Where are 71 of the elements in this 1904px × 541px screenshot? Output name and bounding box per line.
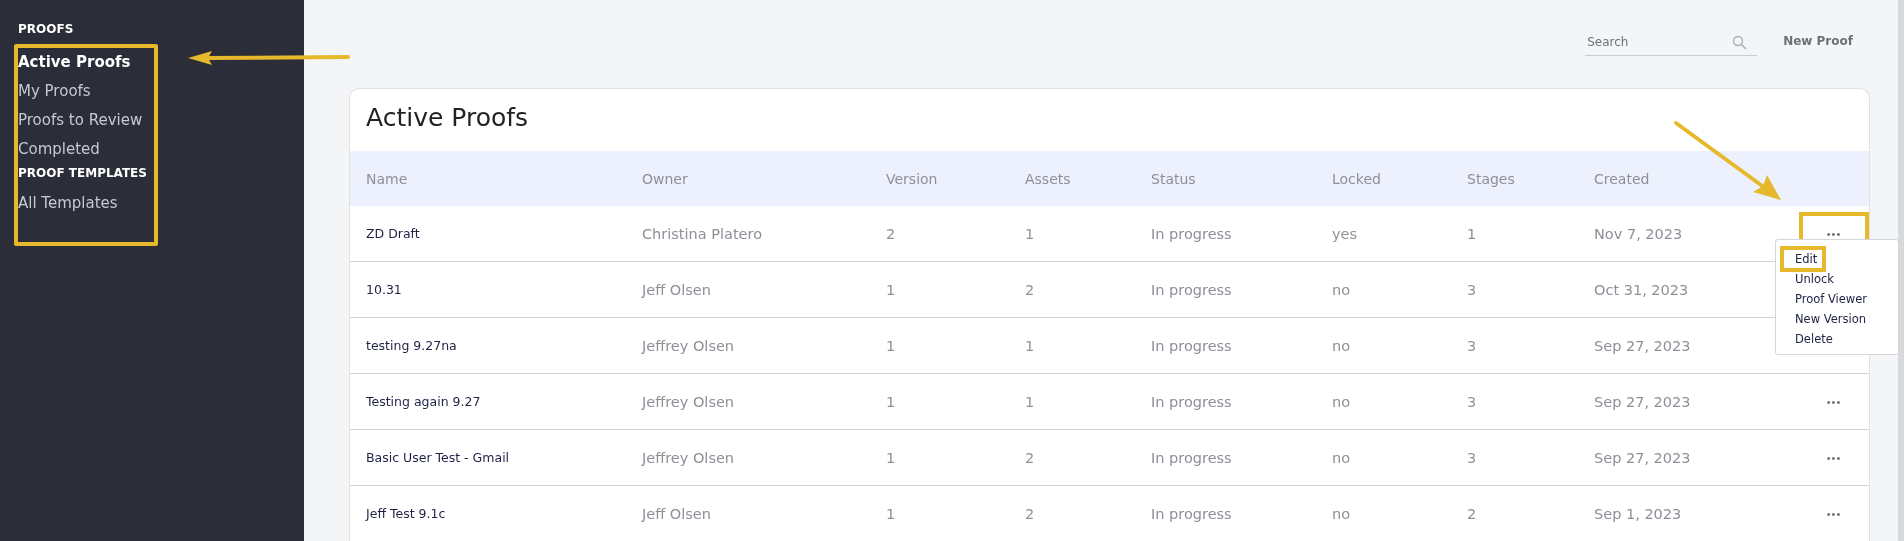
table-cell-text: 1 — [1025, 225, 1036, 242]
column-header: Locked — [1332, 170, 1382, 187]
table-cell-text: 10.31 — [366, 282, 403, 297]
table-cell-text: 1 — [886, 281, 897, 298]
table-cell-text: no — [1332, 505, 1352, 522]
table-cell-text: testing 9.27na — [366, 338, 458, 353]
new-proof-button[interactable]: New Proof — [1783, 28, 1853, 54]
card-title: Active Proofs — [365, 102, 530, 134]
table-cell-text: In progress — [1151, 449, 1233, 466]
table-cell-text: In progress — [1151, 337, 1233, 354]
table-cell-text: 1 — [886, 449, 897, 466]
table-cell-text: Testing again 9.27 — [366, 394, 482, 409]
column-header: Owner — [642, 170, 689, 187]
table-cell-text: Sep 1, 2023 — [1594, 505, 1683, 522]
table-cell-text: no — [1332, 337, 1352, 354]
table-cell-text: yes — [1332, 225, 1359, 242]
search-icon — [1732, 35, 1748, 50]
table-cell-text: 3 — [1467, 449, 1478, 466]
table-cell-text: no — [1332, 449, 1352, 466]
column-header: Status — [1151, 170, 1197, 187]
table-cell-text: Jeffrey Olsen — [642, 393, 736, 410]
table-cell-text: 3 — [1467, 393, 1478, 410]
column-header: Stages — [1467, 170, 1516, 187]
table-cell-text: Nov 7, 2023 — [1594, 225, 1684, 242]
sidebar-item[interactable]: All Templates — [18, 182, 154, 218]
table-cell-text: Jeff Olsen — [642, 505, 712, 522]
table-cell-text: 2 — [1467, 505, 1478, 522]
table-cell-text: Jeff Test 9.1c — [366, 506, 447, 521]
table-cell-text: Sep 27, 2023 — [1594, 449, 1692, 466]
table-cell-text: 1 — [886, 393, 897, 410]
table-cell-text: Jeffrey Olsen — [642, 449, 736, 466]
table-cell-text: Sep 27, 2023 — [1594, 337, 1692, 354]
sidebar-item[interactable]: Active Proofs — [18, 48, 154, 77]
column-header: Created — [1594, 170, 1651, 187]
table-cell-text: Christina Platero — [642, 225, 764, 242]
table-cell-text: 1 — [886, 505, 897, 522]
table-cell-text: In progress — [1151, 281, 1233, 298]
table-cell-text: Jeff Olsen — [642, 281, 712, 298]
table-cell-text: In progress — [1151, 393, 1233, 410]
sidebar-item[interactable]: Completed — [18, 135, 154, 164]
table-cell-text: 2 — [1025, 281, 1036, 298]
table-cell-text: Oct 31, 2023 — [1594, 281, 1690, 298]
table-cell-text: Basic User Test - Gmail — [366, 450, 511, 465]
menu-item[interactable]: Edit — [1780, 246, 1827, 272]
sidebar-item[interactable]: My Proofs — [18, 77, 154, 106]
table-cell-text: Jeffrey Olsen — [642, 337, 736, 354]
table-cell-text: 2 — [1025, 505, 1036, 522]
table-cell-text: In progress — [1151, 505, 1233, 522]
more-button[interactable]: ••• — [1799, 379, 1869, 424]
table-cell-text: no — [1332, 393, 1352, 410]
more-button[interactable]: ••• — [1799, 491, 1869, 536]
section-heading: PROOFS — [17, 21, 75, 38]
table-cell-text: 3 — [1467, 337, 1478, 354]
table-cell-text: ZD Draft — [366, 226, 421, 241]
table-cell-text: 1 — [1025, 337, 1036, 354]
table-cell-text: 2 — [1025, 449, 1036, 466]
table-cell-text: Sep 27, 2023 — [1594, 393, 1692, 410]
table-cell-text: 1 — [886, 337, 897, 354]
search-field[interactable]: Search — [1585, 28, 1758, 56]
table-cell-text: 1 — [1467, 225, 1478, 242]
table-cell-text: 2 — [886, 225, 897, 242]
sidebar-item[interactable]: Proofs to Review — [18, 106, 154, 135]
column-header: Name — [366, 170, 409, 187]
table-cell-text: 1 — [1025, 393, 1036, 410]
more-button[interactable]: ••• — [1799, 435, 1869, 480]
column-header: Assets — [1025, 170, 1072, 187]
table-cell-text: In progress — [1151, 225, 1233, 242]
table-cell-text: 3 — [1467, 281, 1478, 298]
column-header: Version — [886, 170, 939, 187]
table-cell-text: no — [1332, 281, 1352, 298]
section-heading: PROOF TEMPLATES — [18, 165, 148, 182]
